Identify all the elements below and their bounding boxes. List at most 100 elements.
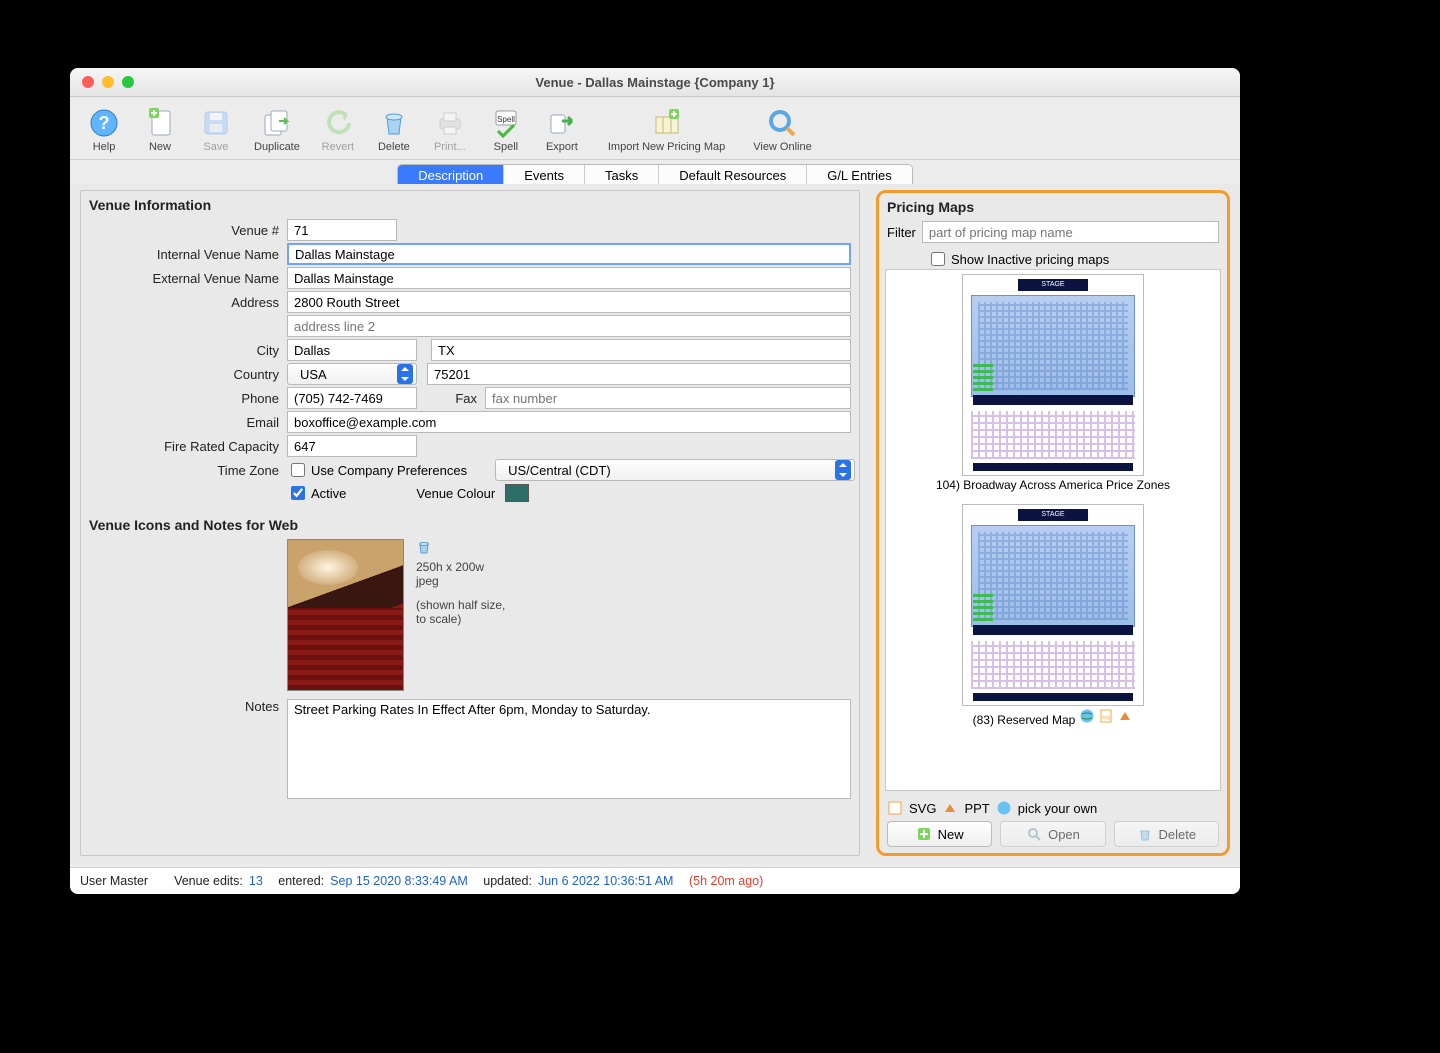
spell-button[interactable]: Spell Spell (478, 103, 534, 153)
tab-events[interactable]: Events (504, 165, 585, 186)
toolbar-label: Help (93, 141, 116, 153)
internal-name-field[interactable] (287, 243, 851, 265)
email-field[interactable] (287, 411, 851, 433)
delete-map-button[interactable]: Delete (1114, 821, 1219, 847)
view-online-button[interactable]: View Online (743, 103, 822, 153)
label-capacity: Fire Rated Capacity (89, 439, 287, 454)
status-edits-count[interactable]: 13 (249, 874, 263, 888)
fax-field[interactable] (485, 387, 851, 409)
postal-field[interactable] (427, 363, 851, 385)
status-updated-label: updated: (483, 874, 532, 888)
status-entered-date[interactable]: Sep 15 2020 8:33:49 AM (330, 874, 468, 888)
view-online-icon (764, 105, 800, 141)
label-country: Country (89, 367, 287, 382)
tab-gl-entries[interactable]: G/L Entries (807, 165, 912, 186)
close-icon[interactable] (82, 76, 94, 88)
export-button[interactable]: Export (534, 103, 590, 153)
tab-tasks[interactable]: Tasks (585, 165, 659, 186)
new-map-button[interactable]: New (887, 821, 992, 847)
active-checkbox[interactable] (291, 486, 305, 500)
spell-icon: Spell (488, 105, 524, 141)
duplicate-button[interactable]: Duplicate (244, 103, 310, 153)
venue-window: Venue - Dallas Mainstage {Company 1} ? H… (70, 68, 1240, 894)
tab-default-resources[interactable]: Default Resources (659, 165, 807, 186)
status-updated-date[interactable]: Jun 6 2022 10:36:51 AM (538, 874, 674, 888)
capacity-field[interactable] (287, 435, 417, 457)
toolbar-label: Print... (434, 141, 466, 153)
legend-svg-label: SVG (909, 801, 936, 816)
label-internal: Internal Venue Name (89, 247, 287, 262)
minimize-icon[interactable] (102, 76, 114, 88)
trash-icon (376, 105, 412, 141)
trash-icon (1137, 826, 1153, 842)
label-city: City (89, 343, 287, 358)
venue-thumbnail[interactable] (287, 539, 404, 691)
import-map-icon (649, 105, 685, 141)
toolbar-label: Export (546, 141, 578, 153)
pricing-map-item[interactable]: STAGE (83) Reserved Map svg (886, 500, 1220, 735)
delete-button[interactable]: Delete (366, 103, 422, 153)
city-field[interactable] (287, 339, 417, 361)
svg-text:Spell: Spell (497, 115, 515, 124)
tab-description[interactable]: Description (398, 165, 504, 186)
titlebar: Venue - Dallas Mainstage {Company 1} (70, 68, 1240, 97)
img-meta-type: jpeg (416, 574, 505, 588)
pricing-title: Pricing Maps (885, 197, 1221, 219)
label-address: Address (89, 295, 287, 310)
label-use-company-prefs: Use Company Preferences (311, 463, 467, 478)
use-company-prefs-checkbox[interactable] (291, 463, 305, 477)
address2-field[interactable] (287, 315, 851, 337)
address1-field[interactable] (287, 291, 851, 313)
zoom-icon[interactable] (122, 76, 134, 88)
filter-input[interactable] (922, 221, 1219, 243)
label-notes: Notes (89, 699, 287, 714)
show-inactive-checkbox[interactable] (931, 252, 945, 266)
toolbar-label: Save (203, 141, 228, 153)
img-meta-note1: (shown half size, (416, 598, 505, 612)
label-phone: Phone (89, 391, 287, 406)
help-button[interactable]: ? Help (76, 103, 132, 153)
pricing-map-item[interactable]: STAGE 104) Broadway Across America Price… (886, 270, 1220, 500)
save-icon (198, 105, 234, 141)
map-legend: SVG PPT pick your own (887, 797, 1219, 819)
svg-file-icon: svg (1098, 708, 1114, 724)
new-button[interactable]: New (132, 103, 188, 153)
legend-pyo-label: pick your own (1018, 801, 1097, 816)
pricing-maps-list[interactable]: STAGE 104) Broadway Across America Price… (885, 269, 1221, 791)
pricing-map-caption: (83) Reserved Map svg (888, 708, 1218, 727)
open-map-button[interactable]: Open (1000, 821, 1105, 847)
toolbar-label: Delete (378, 141, 410, 153)
state-field[interactable] (431, 339, 851, 361)
toolbar: ? Help New Save Duplicate Revert Dele (70, 97, 1240, 160)
button-label: New (938, 827, 964, 842)
phone-field[interactable] (287, 387, 417, 409)
trash-icon[interactable] (416, 539, 432, 555)
print-button[interactable]: Print... (422, 103, 478, 153)
revert-button[interactable]: Revert (310, 103, 366, 153)
venue-colour-swatch[interactable] (505, 484, 529, 502)
toolbar-label: Spell (494, 141, 518, 153)
pricing-map-caption: 104) Broadway Across America Price Zones (888, 478, 1218, 492)
label-fax: Fax (417, 391, 485, 406)
label-email: Email (89, 415, 287, 430)
country-select[interactable]: USA (287, 363, 417, 385)
import-pricing-map-button[interactable]: Import New Pricing Map (590, 103, 743, 153)
venue-info-panel: Venue Information Venue # Internal Venue… (80, 190, 860, 856)
status-entered-label: entered: (278, 874, 324, 888)
svg-text:?: ? (99, 113, 110, 133)
label-filter: Filter (887, 225, 922, 240)
label-tz: Time Zone (89, 463, 287, 478)
status-user: User Master (80, 874, 148, 888)
status-edits-label: Venue edits: (174, 874, 243, 888)
tabs-bar: Description Events Tasks Default Resourc… (70, 160, 1240, 187)
print-icon (432, 105, 468, 141)
venue-no-field[interactable] (287, 219, 397, 241)
notes-field[interactable]: Street Parking Rates In Effect After 6pm… (287, 699, 851, 799)
external-name-field[interactable] (287, 267, 851, 289)
img-meta-dims: 250h x 200w (416, 560, 505, 574)
venue-info-title: Venue Information (81, 191, 859, 217)
new-icon (142, 105, 178, 141)
help-icon: ? (86, 105, 122, 141)
save-button[interactable]: Save (188, 103, 244, 153)
timezone-select[interactable]: US/Central (CDT) (495, 459, 855, 481)
